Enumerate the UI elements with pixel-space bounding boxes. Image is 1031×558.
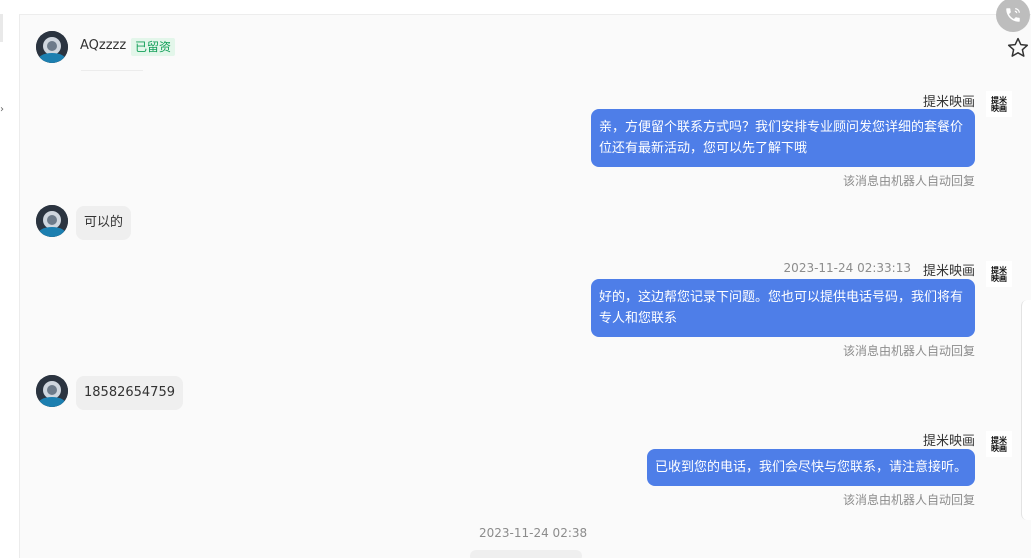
user-message-bubble: 可以的 bbox=[76, 206, 132, 240]
lead-status-badge: 已留资 bbox=[131, 38, 176, 56]
message-timestamp: 2023-11-24 02:33:13 bbox=[783, 261, 911, 275]
divider-timestamp: 2023-11-24 02:38 bbox=[479, 526, 588, 540]
bot-avatar: 提米 映画 bbox=[986, 91, 1012, 117]
auto-reply-note: 该消息由机器人自动回复 bbox=[842, 344, 975, 358]
header-divider bbox=[81, 70, 143, 71]
favorite-button[interactable] bbox=[1006, 36, 1030, 60]
left-panel-tab[interactable] bbox=[0, 14, 3, 42]
bot-message-bubble: 已收到您的电话，我们会尽快与您联系，请注意接听。 bbox=[646, 449, 975, 486]
chat-window: › AQzzzz 已留资 提米映画 提米 映画 亲，方便留个联系方式吗？我们安排… bbox=[0, 0, 1031, 558]
user-avatar[interactable] bbox=[36, 375, 68, 407]
bot-sender-name: 提米映画 bbox=[922, 95, 975, 110]
contact-avatar[interactable] bbox=[36, 31, 68, 63]
left-panel-edge: › bbox=[0, 0, 20, 558]
chevron-right-icon[interactable]: › bbox=[0, 104, 4, 115]
system-message-pill bbox=[470, 550, 582, 558]
phone-icon bbox=[1006, 8, 1020, 22]
bot-avatar: 提米 映画 bbox=[986, 431, 1012, 457]
star-outline-icon bbox=[1007, 37, 1029, 57]
user-message-bubble: 18582654759 bbox=[76, 376, 183, 410]
bot-sender-name: 提米映画 bbox=[922, 434, 975, 449]
bot-avatar: 提米 映画 bbox=[986, 261, 1012, 287]
bot-message-bubble: 亲，方便留个联系方式吗？我们安排专业顾问发您详细的套餐价位还有最新活动，您可以先… bbox=[591, 109, 975, 167]
user-avatar[interactable] bbox=[36, 205, 68, 237]
call-button[interactable] bbox=[996, 0, 1030, 32]
bot-sender-name: 提米映画 bbox=[922, 264, 975, 279]
right-panel-handle[interactable] bbox=[1021, 300, 1031, 520]
top-bar bbox=[19, 0, 1031, 15]
bot-message-bubble: 好的，这边帮您记录下问题。您也可以提供电话号码，我们将有专人和您联系 bbox=[591, 279, 975, 337]
auto-reply-note: 该消息由机器人自动回复 bbox=[842, 174, 975, 188]
contact-name: AQzzzz bbox=[80, 38, 127, 53]
auto-reply-note: 该消息由机器人自动回复 bbox=[842, 493, 975, 507]
